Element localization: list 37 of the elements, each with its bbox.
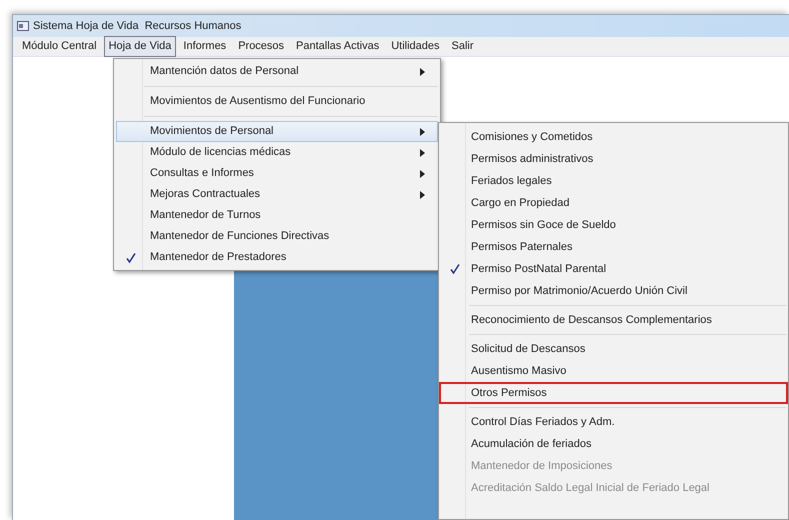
menu-item[interactable]: Solicitud de Descansos	[439, 338, 788, 360]
menu-item[interactable]: Módulo de licencias médicas	[116, 142, 438, 163]
submenu-arrow-icon	[420, 190, 425, 198]
menu-item[interactable]: Mantención datos de Personal	[116, 61, 438, 82]
menu-item[interactable]: Movimientos de Personal	[116, 121, 438, 142]
menu-bar-item[interactable]: Módulo Central	[17, 36, 102, 57]
menu-item[interactable]: Permisos administrativos	[439, 148, 788, 170]
submenu-arrow-icon	[420, 170, 425, 178]
menu-bar-item[interactable]: Utilidades	[386, 36, 445, 57]
window-title: Sistema Hoja de Vida Recursos Humanos	[33, 18, 242, 34]
menu-item[interactable]: Mejoras Contractuales	[116, 184, 438, 205]
menu-item[interactable]: Otros Permisos	[439, 382, 788, 404]
menu-item[interactable]: Permiso por Matrimonio/Acuerdo Unión Civil	[439, 280, 788, 302]
menu-item[interactable]: Reconocimiento de Descansos Complementarios	[439, 309, 788, 331]
menu-item[interactable]: Acumulación de feriados	[439, 433, 788, 455]
menu-item[interactable]: Comisiones y Cometidos	[439, 126, 788, 148]
menu-bar-item[interactable]: Procesos	[233, 36, 290, 57]
menu-item[interactable]: Consultas e Informes	[116, 163, 438, 184]
menu-bar-item[interactable]: Salir	[446, 36, 479, 57]
menu-item[interactable]: Mantenedor de Prestadores	[116, 247, 438, 268]
menu-item[interactable]: Permisos Paternales	[439, 236, 788, 258]
menu-bar-item[interactable]: Hoja de Vida	[104, 36, 176, 57]
menu-item[interactable]: Mantenedor de Funciones Directivas	[116, 226, 438, 247]
menu-item[interactable]: Control Días Feriados y Adm.	[439, 411, 788, 433]
menu-item[interactable]: Mantenedor de Turnos	[116, 205, 438, 226]
menu-item[interactable]: Cargo en Propiedad	[439, 192, 788, 214]
menu-item[interactable]: Permiso PostNatal Parental	[439, 258, 788, 280]
menu-item[interactable]: Permisos sin Goce de Sueldo	[439, 214, 788, 236]
submenu-arrow-icon	[420, 68, 425, 76]
menu-bar-item[interactable]: Informes	[178, 36, 232, 57]
menu-item[interactable]: Feriados legales	[439, 170, 788, 192]
menu-item[interactable]: Movimientos de Ausentismo del Funcionario	[116, 91, 438, 112]
app-icon	[17, 20, 29, 32]
menu-item[interactable]: Ausentismo Masivo	[439, 360, 788, 382]
submenu-arrow-icon	[420, 128, 425, 136]
menu-bar-item[interactable]: Pantallas Activas	[291, 36, 384, 57]
submenu-arrow-icon	[420, 148, 425, 156]
